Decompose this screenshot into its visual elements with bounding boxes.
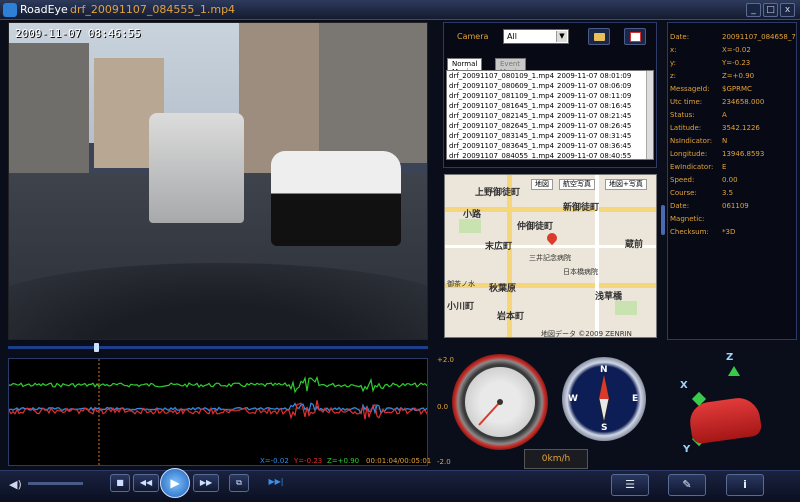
app-logo-icon [3, 3, 17, 17]
close-button[interactable]: x [780, 3, 795, 17]
axis-x-label: X [680, 380, 688, 391]
seek-handle[interactable] [94, 343, 100, 352]
video-dashboard [9, 263, 427, 339]
map-park [459, 219, 481, 233]
list-item[interactable]: drf_20091107_080609_1.mp4 2009-11-07 08:0… [447, 82, 647, 91]
play-button[interactable]: ▶ [160, 468, 190, 498]
delete-file-button[interactable] [624, 28, 646, 45]
app-window: RoadEye drf_20091107_084555_1.mp4 _ □ x … [0, 0, 800, 502]
video-player[interactable]: 2009-11-07 08:46:55 [8, 22, 428, 340]
gps-info-panel: Date: 20091107_084658_7 x: X=-0.02 y: Y=-0.… [667, 22, 797, 340]
video-building [9, 43, 89, 173]
playback-time: 00:01:04/00:05:01 [366, 457, 432, 465]
graph-y-min: -2.0 [437, 458, 451, 466]
list-item[interactable]: drf_20091107_082645_1.mp4 2009-11-07 08:2… [447, 122, 647, 131]
rewind-button[interactable]: ◀◀ [133, 474, 159, 492]
map-label: 浅草橋 [595, 292, 623, 302]
location-pin-icon [544, 230, 560, 246]
tab-normal-movie[interactable]: Normal Movie [447, 58, 483, 76]
file-list-scrollbar[interactable] [646, 71, 653, 159]
camera-selected-value: All [507, 32, 517, 41]
map-mode-aerial-button[interactable]: 航空写真 [559, 179, 595, 190]
compass-needle-icon [598, 374, 610, 424]
settings-button[interactable]: ✎ [668, 474, 706, 496]
panel-splitter[interactable] [661, 205, 665, 235]
gsensor-graph[interactable] [8, 358, 428, 466]
arrow-up-icon [728, 366, 740, 376]
gsensor-plot [9, 359, 427, 465]
current-file-name: drf_20091107_084555_1.mp4 [70, 3, 236, 16]
map-mode-hybrid-button[interactable]: 地図+写真 [605, 179, 647, 190]
file-list[interactable]: drf_20091107_080109_1.mp4 2009-11-07 08:0… [446, 70, 654, 160]
tab-event-movie[interactable]: Event Movie [495, 58, 526, 76]
map-park [615, 301, 637, 315]
map-label: 末広町 [485, 242, 513, 252]
graph-y-zero: 0.0 [437, 403, 449, 411]
list-item[interactable]: drf_20091107_084055_1.mp4 2009-11-07 08:4… [447, 152, 647, 159]
map-road [445, 283, 656, 288]
x-axis-series [9, 402, 427, 415]
list-item[interactable]: drf_20091107_083645_1.mp4 2009-11-07 08:3… [447, 142, 647, 151]
z-value-label: Z=+0.90 [327, 457, 360, 465]
map-label: 岩本町 [497, 312, 525, 322]
minimize-button[interactable]: _ [746, 3, 761, 17]
list-item[interactable]: drf_20091107_082145_1.mp4 2009-11-07 08:2… [447, 112, 647, 121]
list-item[interactable]: drf_20091107_083145_1.mp4 2009-11-07 08:3… [447, 132, 647, 141]
playback-speed-button[interactable]: ▶▶| [263, 474, 289, 492]
map-copyright: 地図データ ©2009 ZENRIN [541, 330, 632, 338]
video-police-car [271, 151, 401, 246]
maximize-button[interactable]: □ [763, 3, 778, 17]
video-building [319, 23, 427, 163]
gps-map[interactable]: 地図 航空写真 地図+写真 上野御徒町 新御徒町 小路 仲御徒町 末広町 蔵前 … [444, 174, 657, 338]
list-item[interactable]: drf_20091107_080109_1.mp4 2009-11-07 08:0… [447, 72, 647, 81]
y-value-label: Y=-0.23 [294, 457, 323, 465]
camera-label: Camera [457, 32, 489, 41]
axis-y-label: Y [683, 444, 691, 455]
map-label: 仲御徒町 [517, 222, 554, 232]
info-button[interactable]: i [726, 474, 764, 496]
camera-select[interactable]: All ▼ [503, 29, 569, 44]
volume-slider[interactable] [28, 482, 83, 485]
video-timestamp: 2009-11-07 08:46:55 [15, 27, 141, 40]
map-label: 御茶ノ水 [447, 280, 475, 288]
delete-icon [630, 32, 641, 42]
axis-z-label: Z [726, 352, 734, 363]
map-label: 日本橋病院 [563, 268, 598, 276]
map-label: 三井記念病院 [529, 254, 571, 262]
speed-readout: 0km/h [524, 449, 588, 469]
speedometer-face [465, 367, 535, 437]
graph-y-max: +2.0 [437, 356, 454, 364]
volume-icon[interactable]: ◀) [9, 478, 22, 491]
title-bar: RoadEye drf_20091107_084555_1.mp4 _ □ x [0, 0, 800, 20]
list-button[interactable]: ☰ [611, 474, 649, 496]
fast-forward-button[interactable]: ▶▶ [193, 474, 219, 492]
video-white-van [149, 113, 244, 223]
list-item[interactable]: drf_20091107_081109_1.mp4 2009-11-07 08:1… [447, 92, 647, 101]
map-label: 小路 [463, 210, 482, 220]
map-label: 小川町 [447, 302, 475, 312]
x-value-label: X=-0.02 [260, 457, 289, 465]
stop-button[interactable]: ■ [110, 474, 130, 492]
z-axis-series [9, 375, 427, 394]
map-label: 新御徒町 [563, 203, 600, 213]
folder-icon [594, 33, 605, 41]
open-folder-button[interactable] [588, 28, 610, 45]
fullscreen-button[interactable]: ⧉ [229, 474, 249, 492]
map-label: 秋葉原 [489, 284, 517, 294]
map-mode-map-button[interactable]: 地図 [531, 179, 553, 190]
map-label: 蔵前 [625, 240, 644, 250]
app-name: RoadEye [20, 3, 68, 16]
speedometer-needle [478, 399, 503, 426]
chevron-down-icon: ▼ [556, 31, 567, 42]
compass: N S E W [562, 357, 646, 441]
map-label: 上野御徒町 [475, 188, 521, 198]
list-item[interactable]: drf_20091107_081645_1.mp4 2009-11-07 08:1… [447, 102, 647, 111]
seek-bar[interactable] [8, 346, 428, 349]
